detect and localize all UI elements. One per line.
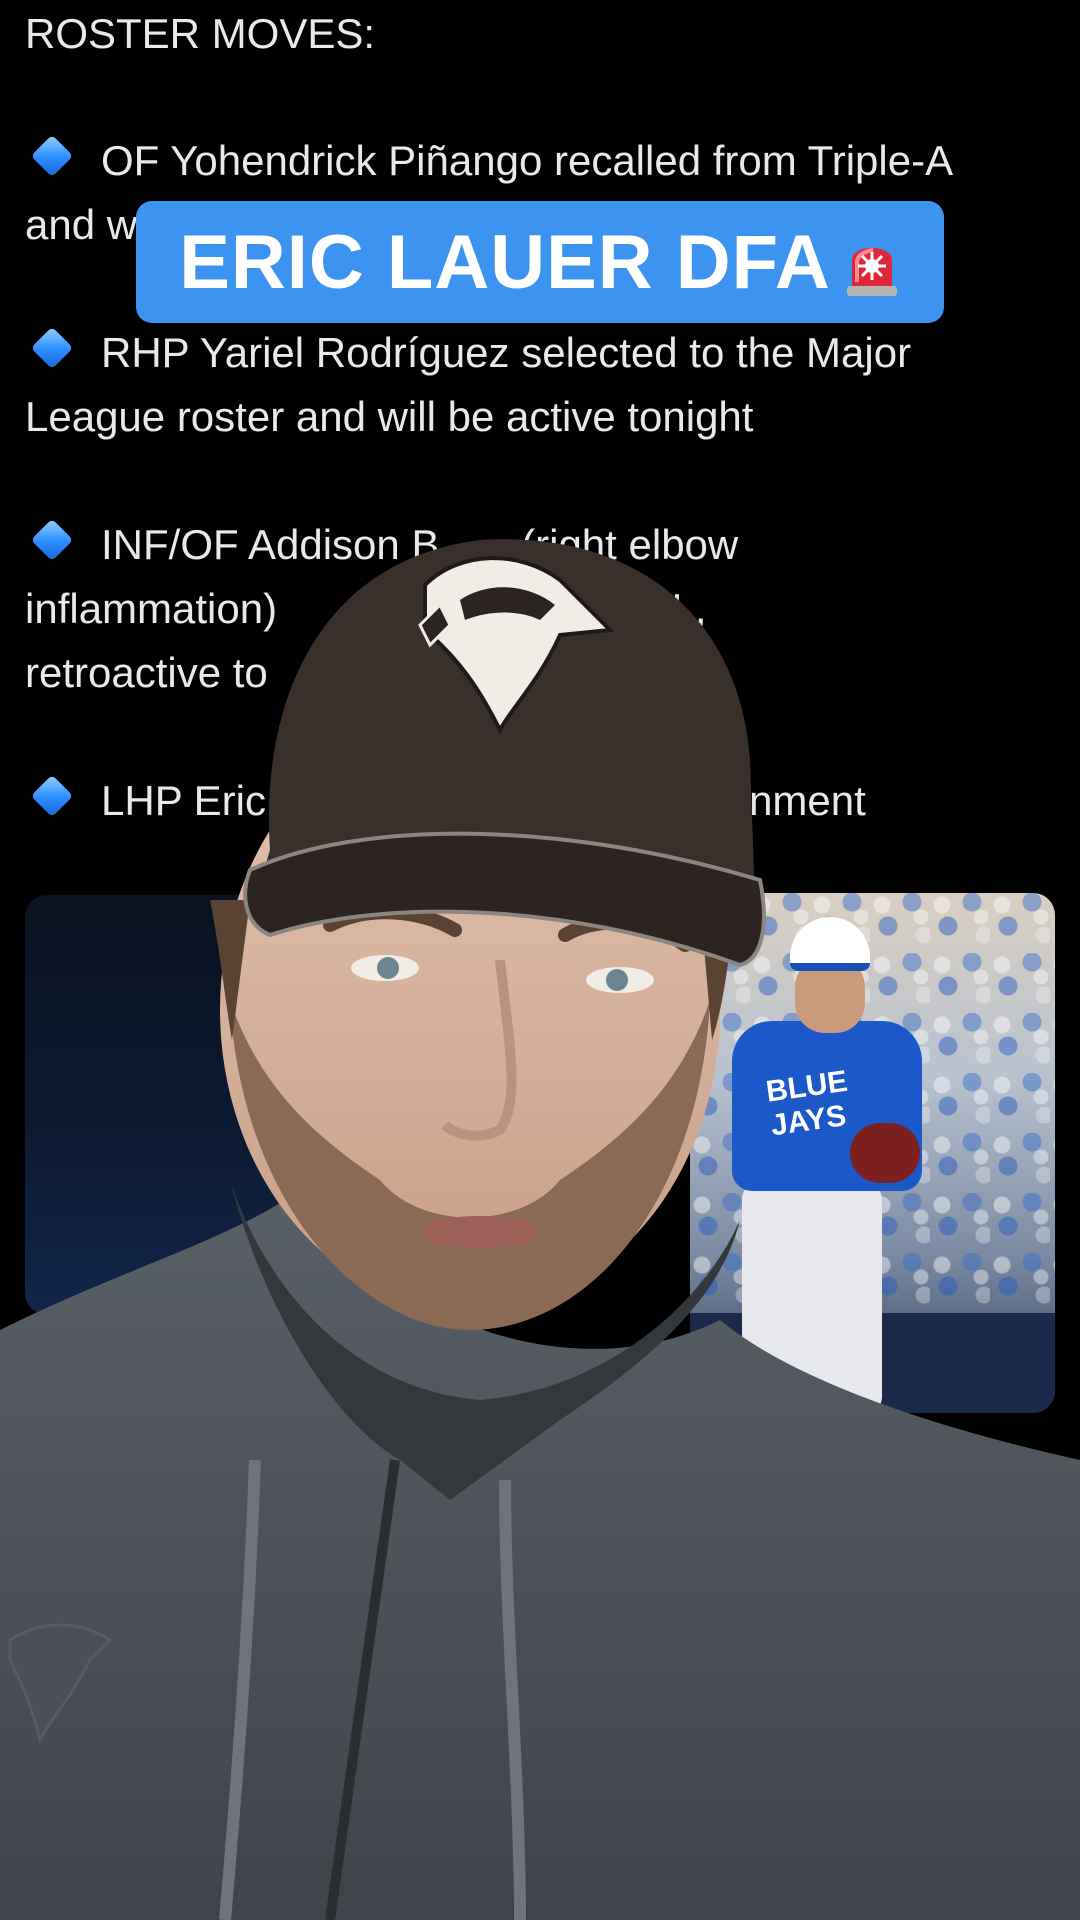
mouth: [420, 1216, 540, 1248]
siren-icon: [843, 229, 901, 296]
caption-text: ERIC LAUER DFA: [179, 219, 831, 305]
caption-banner: ERIC LAUER DFA: [136, 201, 944, 323]
